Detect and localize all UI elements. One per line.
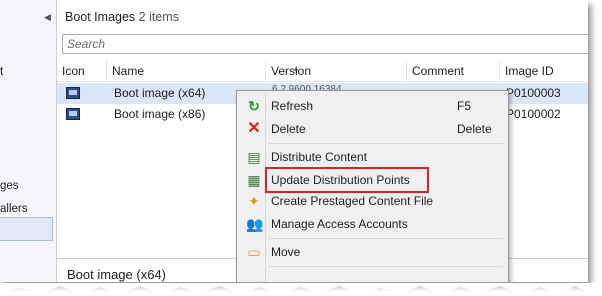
menu-item-distribute-content[interactable]: ▤ Distribute Content	[239, 146, 505, 168]
menu-item-label: Delete	[271, 122, 306, 136]
boot-image-icon	[66, 87, 80, 99]
menu-item-delete[interactable]: ✕ Delete Delete	[239, 118, 505, 140]
menu-item-manage-access-accounts[interactable]: 👥 Manage Access Accounts	[239, 213, 505, 235]
column-header-row: Icon Name ▲ Version Comment Image ID	[57, 61, 588, 82]
nav-item-installers[interactable]: allers	[0, 203, 27, 215]
nav-item-images[interactable]: ges	[0, 180, 19, 192]
access-accounts-icon: 👥	[246, 216, 264, 232]
column-header-name[interactable]: Name ▲	[107, 61, 300, 81]
page-title: Boot Images 2 items	[65, 10, 179, 24]
menu-item-shortcut: F5	[457, 99, 472, 113]
row-name: Boot image (x86)	[114, 107, 206, 121]
highlight-callout-box	[265, 167, 429, 193]
column-header-image-id[interactable]: Image ID	[500, 61, 588, 81]
console-window: ◀ t ges allers Boot Images 2 items Searc…	[0, 0, 588, 282]
navigation-pane: ◀ t ges allers	[0, 0, 57, 282]
prestaged-content-icon: ✦	[248, 193, 260, 209]
torn-edge-decoration	[0, 283, 602, 295]
distribute-content-icon: ▤	[247, 149, 261, 165]
menu-item-label: Manage Access Accounts	[271, 217, 408, 231]
menu-item-shortcut: Delete	[457, 122, 492, 136]
menu-separator	[269, 143, 503, 144]
menu-item-refresh[interactable]: ↻ Refresh F5	[239, 95, 505, 117]
folder-icon: ▭	[247, 244, 261, 260]
column-header-comment[interactable]: Comment	[407, 61, 500, 81]
menu-item-move[interactable]: ▭ Move	[239, 241, 505, 263]
boot-image-icon	[66, 108, 80, 120]
collapse-pane-icon[interactable]: ◀	[44, 12, 51, 23]
menu-item-create-prestaged-content[interactable]: ✦ Create Prestaged Content File	[239, 190, 505, 212]
menu-item-label: Refresh	[271, 99, 314, 113]
menu-item-label: Distribute Content	[271, 150, 368, 164]
search-input[interactable]: Search	[62, 34, 588, 54]
details-title: Boot image (x64)	[67, 267, 166, 282]
search-placeholder: Search	[67, 37, 106, 51]
list-header: Boot Images 2 items	[57, 0, 588, 32]
row-image-id: P0100002	[506, 107, 561, 121]
page-title-text: Boot Images	[65, 10, 136, 24]
row-name: Boot image (x64)	[114, 86, 206, 100]
column-header-version[interactable]: Version	[266, 61, 407, 81]
update-distribution-points-icon: ▦	[247, 172, 261, 188]
column-header-icon[interactable]: Icon	[57, 61, 107, 81]
menu-separator	[269, 266, 503, 267]
nav-item-selected[interactable]	[0, 217, 53, 241]
menu-separator	[269, 238, 503, 239]
delete-icon: ✕	[247, 120, 261, 137]
refresh-icon: ↻	[248, 98, 260, 114]
menu-item-label: Move	[271, 245, 301, 259]
column-header-name-label: Name	[112, 64, 145, 78]
nav-item-partial-1[interactable]: t	[0, 66, 3, 78]
menu-item-label: Create Prestaged Content File	[271, 194, 434, 208]
row-image-id: P0100003	[506, 86, 561, 100]
item-count: 2 items	[138, 10, 179, 24]
